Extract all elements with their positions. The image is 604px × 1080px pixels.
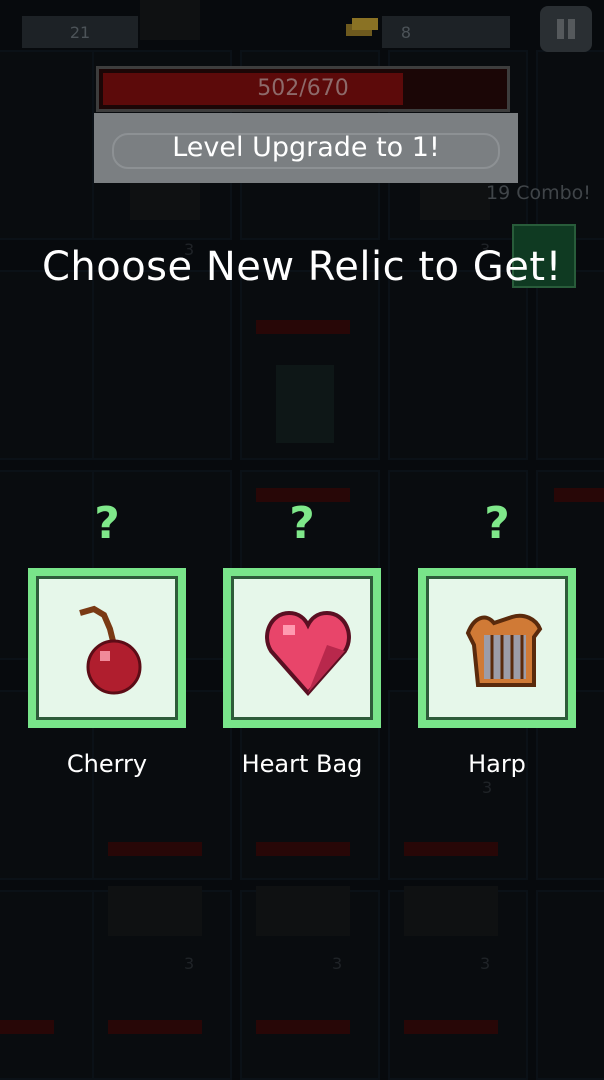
relic-card-inner <box>426 576 568 720</box>
pause-icon-bar <box>568 19 575 39</box>
relic-choice-title: Choose New Relic to Get! <box>41 244 563 290</box>
combo-text: 19 Combo! <box>486 182 591 204</box>
game-screen: 3 3 3 3 3 3 21 8 502/670 Level Upgrade t… <box>0 0 604 1080</box>
relic-card-inner <box>36 576 178 720</box>
relic-card[interactable] <box>28 568 186 728</box>
relic-card[interactable] <box>223 568 381 728</box>
harp-icon <box>465 613 543 687</box>
relic-card-inner <box>231 576 373 720</box>
gold-bar-icon <box>342 14 382 44</box>
cherry-icon <box>79 605 142 695</box>
center-counter-value: 8 <box>400 22 412 42</box>
level-upgrade-banner: Level Upgrade to 1! <box>94 113 518 183</box>
hp-text: 502/670 <box>257 76 349 101</box>
relic-name: Cherry <box>66 750 148 778</box>
heart-bag-icon <box>265 610 351 697</box>
center-counter: 8 <box>382 16 510 48</box>
question-mark: ? <box>94 498 120 549</box>
banner-text: Level Upgrade to 1! <box>172 132 440 163</box>
question-mark: ? <box>289 498 315 549</box>
pause-button[interactable] <box>540 6 592 52</box>
left-counter-value: 21 <box>69 22 91 42</box>
hp-bar: 502/670 <box>96 66 510 112</box>
relic-name: Harp <box>468 750 526 778</box>
pause-icon <box>557 19 564 39</box>
relic-name: Heart Bag <box>241 750 363 778</box>
question-mark: ? <box>484 498 510 549</box>
relic-card[interactable] <box>418 568 576 728</box>
left-counter: 21 <box>22 16 138 48</box>
